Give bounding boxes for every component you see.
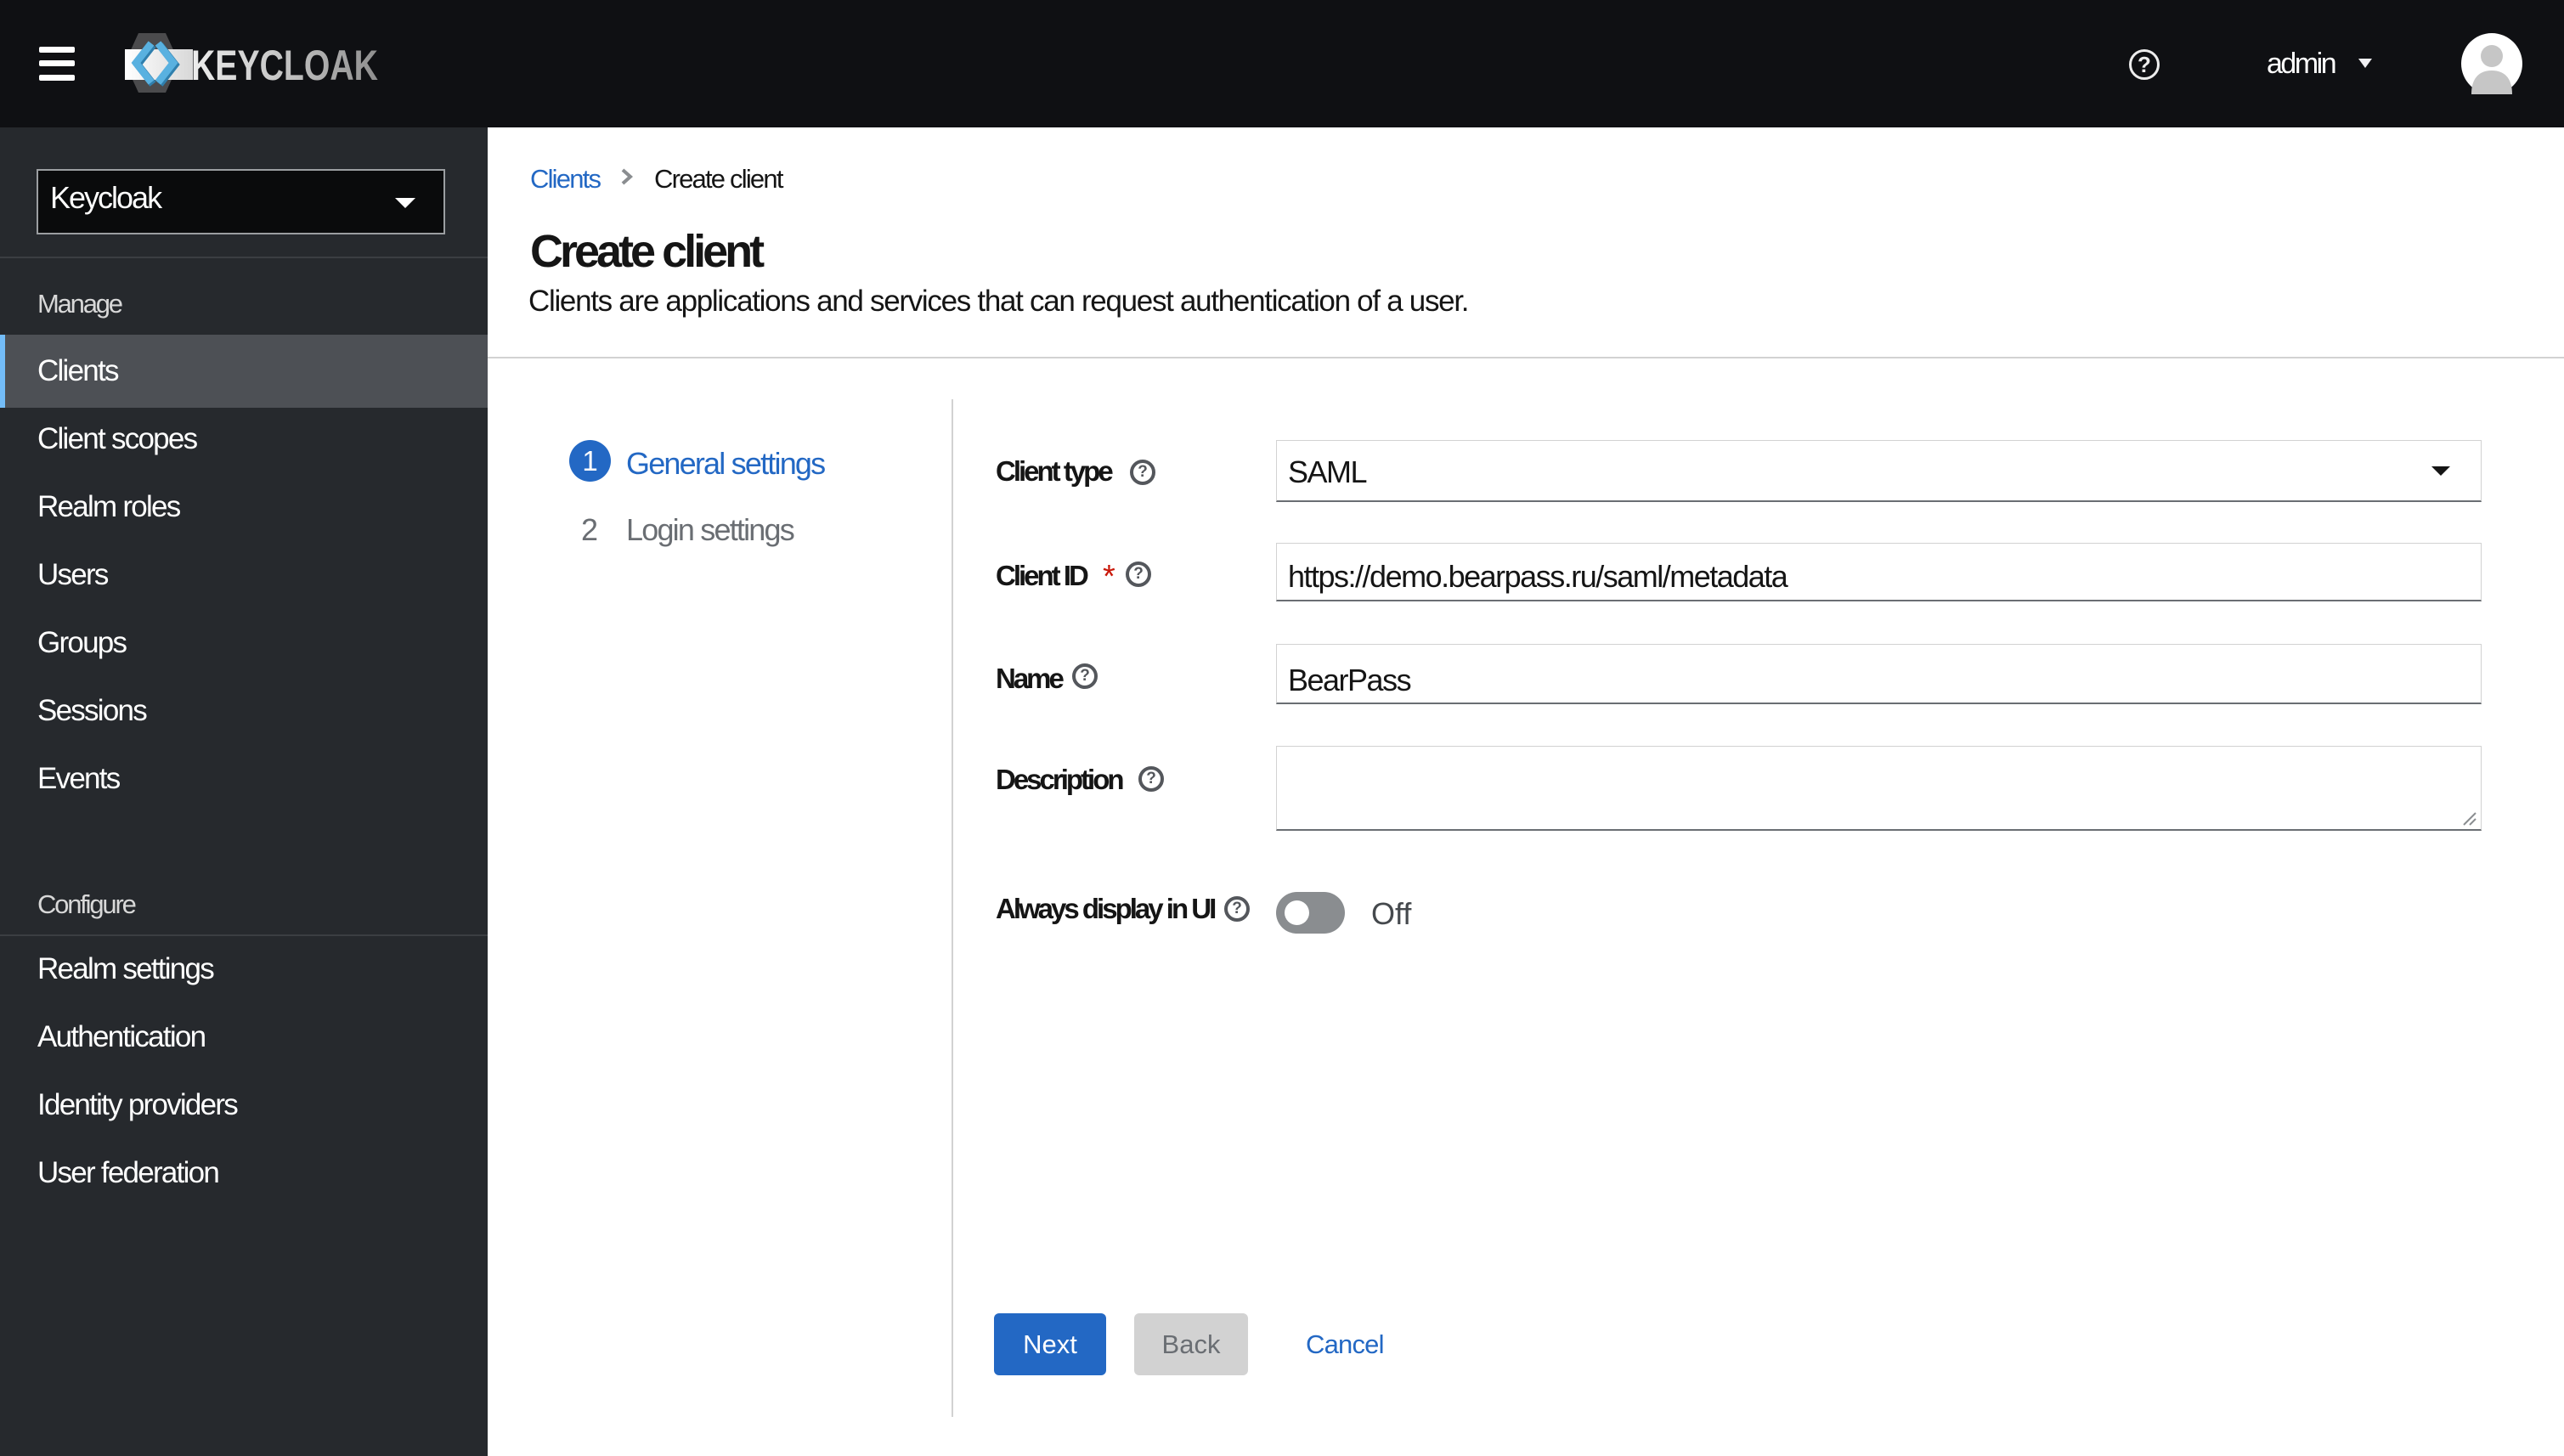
svg-text:KEYCLOAK: KEYCLOAK [191, 42, 378, 89]
